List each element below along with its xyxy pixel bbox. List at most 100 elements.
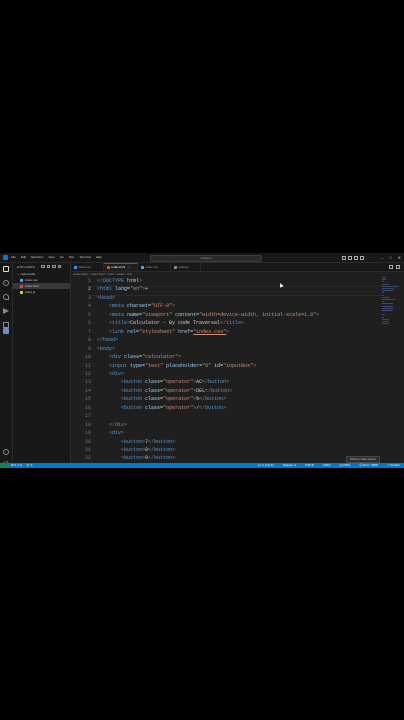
code-line[interactable]: <input type="text" placeholder="0" id="i…: [97, 362, 256, 370]
code-line[interactable]: <div class="calculator">: [97, 353, 181, 361]
remote-explorer-icon[interactable]: [3, 328, 9, 334]
new-file-icon[interactable]: [41, 264, 45, 268]
code-token: "viewport": [142, 311, 173, 318]
file-type-icon: [107, 265, 110, 269]
menu-item-terminal[interactable]: Terminal: [79, 254, 90, 261]
line-number: 19: [84, 430, 91, 437]
line-number: 2: [87, 286, 91, 293]
explorer-sidebar: EXPLORER ⌄ codemodel index.css index.html…: [13, 263, 71, 463]
new-folder-icon[interactable]: [46, 264, 50, 268]
tab-settings[interactable]: settings: [171, 263, 201, 271]
status-right-item[interactable]: {} HTML: [337, 463, 352, 468]
menu-item-view[interactable]: View: [48, 254, 54, 261]
minimap-line: [382, 303, 393, 305]
code-line[interactable]: <title>Calculator - By code Traversal</t…: [97, 319, 244, 327]
code-line[interactable]: </div>: [97, 421, 127, 429]
code-line[interactable]: <meta charset="UTF-8">: [97, 302, 175, 310]
tab-welcome[interactable]: Welcome: [71, 263, 104, 271]
code-token: "index.css": [193, 328, 227, 335]
code-token: body: [100, 345, 113, 352]
code-line[interactable]: <button class="operator">AC</button>: [97, 378, 229, 386]
code-line[interactable]: <button>7</button>: [97, 438, 175, 446]
file-item[interactable]: index.js: [13, 289, 70, 295]
source-control-icon[interactable]: [3, 294, 9, 300]
code-token: >: [253, 362, 257, 369]
run-debug-icon[interactable]: [3, 308, 9, 314]
minimap-line: [382, 323, 389, 325]
code-line[interactable]: <head>: [97, 294, 115, 302]
code-token: button: [124, 387, 143, 394]
tab-index-html[interactable]: index.html ×: [104, 263, 138, 271]
code-editor[interactable]: <!DOCTYPE html> <html lang="en">+ <head> <…: [97, 277, 377, 463]
minimap-line: [382, 296, 389, 298]
line-number: 16: [84, 404, 91, 411]
code-line[interactable]: <button class="operator">/</button>: [97, 404, 226, 412]
split-editor-icon[interactable]: [389, 265, 393, 269]
tab-label: index.html: [111, 265, 126, 269]
code-token: id: [211, 362, 221, 369]
tab-index-css[interactable]: index.css: [138, 263, 171, 271]
code-line[interactable]: <button class="operator">%</button>: [97, 395, 226, 403]
more-actions-icon[interactable]: [396, 265, 400, 269]
code-token: "text": [145, 362, 164, 369]
status-right-item[interactable]: UTF-8: [303, 463, 316, 468]
status-right-item[interactable]: ✓ Prettier: [385, 463, 402, 468]
refresh-icon[interactable]: [52, 264, 56, 268]
code-token: <: [97, 430, 113, 437]
command-center-search[interactable]: cwdemo: [150, 254, 262, 262]
account-icon[interactable]: [3, 449, 9, 455]
line-number: 15: [84, 396, 91, 403]
code-line[interactable]: <!DOCTYPE html>: [97, 277, 142, 285]
status-left-item[interactable]: ⊗ 0 ⚠ 0: [9, 463, 24, 468]
code-line[interactable]: <div>: [97, 429, 124, 437]
menu-item-file[interactable]: File: [11, 254, 16, 261]
code-token: </: [97, 421, 116, 428]
sidebar-title: EXPLORER: [17, 265, 35, 269]
explorer-icon[interactable]: [3, 266, 9, 272]
minimap-line: [382, 279, 387, 281]
collapse-all-icon[interactable]: [57, 264, 61, 268]
code-token: >: [172, 455, 176, 462]
line-number: 8: [87, 337, 91, 344]
code-line[interactable]: <button>8</button>: [97, 446, 175, 454]
status-right-item[interactable]: ⦿ Port : 5500: [357, 463, 380, 468]
editor-scrollbar[interactable]: [400, 277, 404, 463]
menu-item-run[interactable]: Run: [69, 254, 75, 261]
customize-layout-icon[interactable]: [360, 255, 364, 260]
minimap-line: [382, 288, 395, 289]
code-token: >: [229, 387, 233, 394]
status-right-item[interactable]: Ln 2, Col 11: [256, 463, 276, 468]
code-token: class: [142, 387, 161, 394]
code-line[interactable]: <button>9</button>: [97, 454, 175, 462]
minimize-icon[interactable]: –: [381, 254, 383, 261]
status-right-item[interactable]: CRLF: [321, 463, 333, 468]
toggle-primary-sidebar-icon[interactable]: [342, 255, 346, 260]
code-line[interactable]: <div>: [97, 370, 124, 378]
menu-item-selection[interactable]: Selection: [31, 254, 43, 261]
minimap[interactable]: [382, 277, 400, 337]
file-type-icon: [74, 265, 77, 269]
remote-indicator-icon[interactable]: [0, 463, 9, 468]
status-left-item[interactable]: ⚡ 0: [24, 463, 34, 468]
menu-item-edit[interactable]: Edit: [21, 254, 26, 261]
code-line[interactable]: <link rel="stylesheet" href="index.css">: [97, 328, 229, 336]
menu-item-go[interactable]: Go: [60, 254, 64, 261]
menu-item-help[interactable]: Help: [96, 254, 102, 261]
code-line[interactable]: <body>: [97, 345, 115, 353]
close-icon[interactable]: ×: [128, 265, 130, 269]
code-token: button: [124, 438, 143, 445]
code-line[interactable]: </head>: [97, 336, 118, 344]
code-token: input: [112, 362, 128, 369]
maximize-icon[interactable]: □: [389, 254, 391, 261]
toggle-panel-icon[interactable]: [348, 255, 352, 260]
close-window-icon[interactable]: ✕: [398, 254, 401, 261]
code-line[interactable]: <html lang="en">+: [97, 285, 148, 293]
code-line[interactable]: <button class="operator">DEL</button>: [97, 387, 232, 395]
code-token: link: [112, 328, 125, 335]
status-right-item[interactable]: Spaces: 4: [281, 463, 298, 468]
code-token: <: [97, 370, 113, 377]
toggle-secondary-sidebar-icon[interactable]: [354, 255, 358, 260]
search-icon[interactable]: [3, 280, 9, 286]
code-line[interactable]: <meta name="viewport" content="width=dev…: [97, 311, 319, 319]
file-type-icon: [20, 284, 23, 288]
